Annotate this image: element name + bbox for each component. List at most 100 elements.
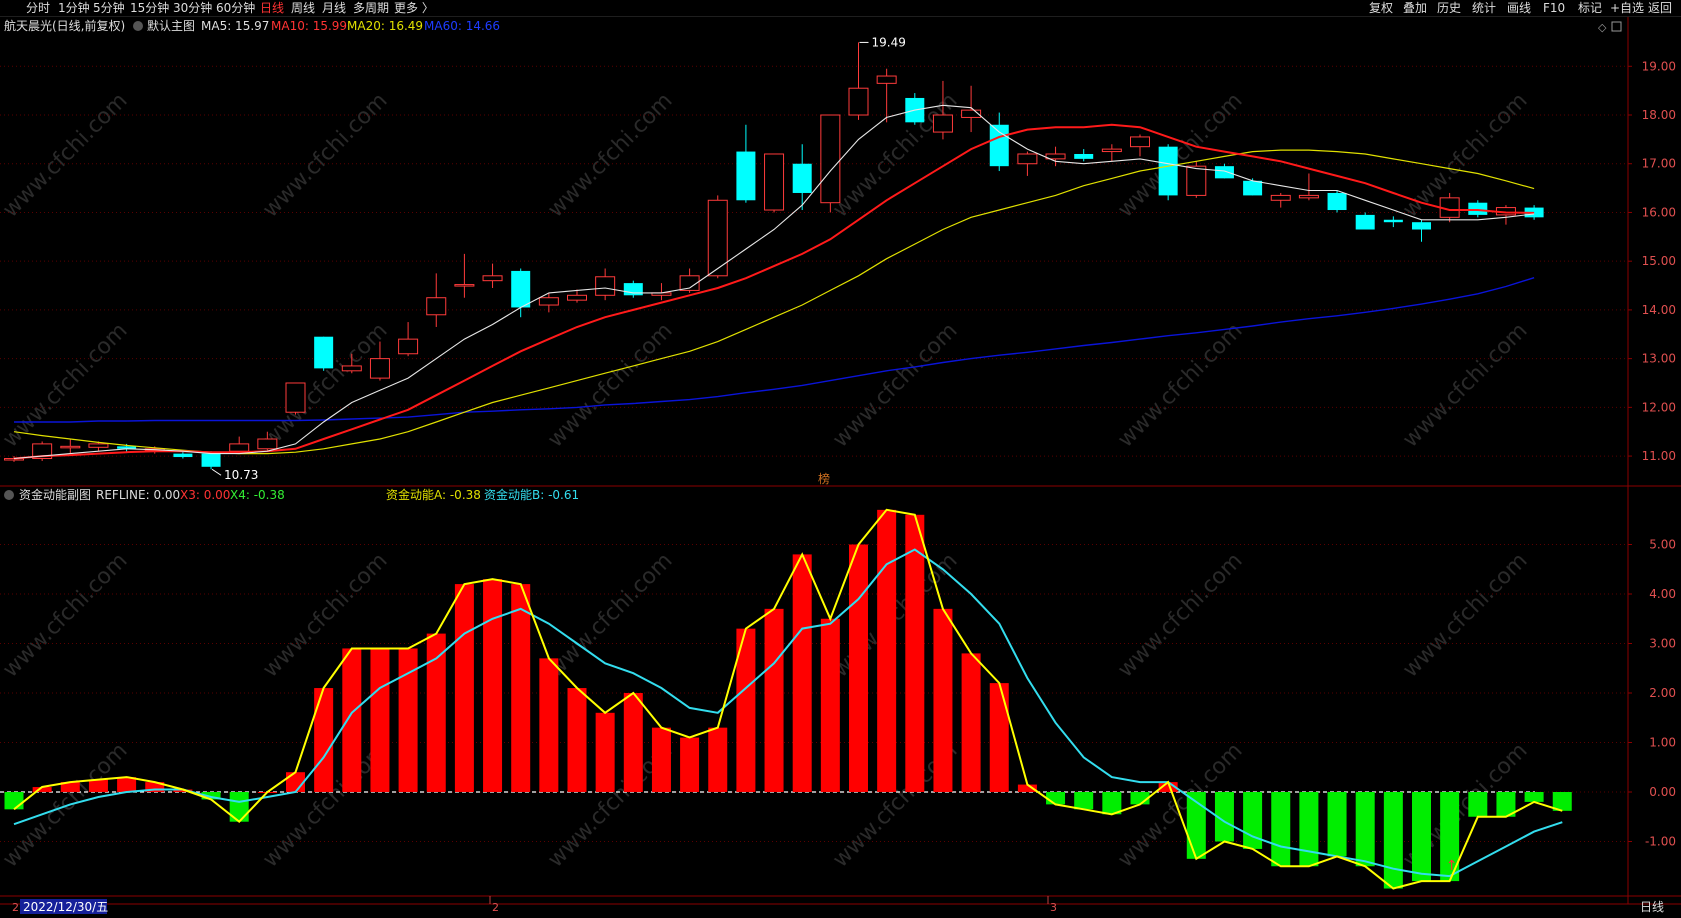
price-annotation: 10.73 [224,468,258,482]
candle-body-up [1101,148,1122,153]
candle-body-up [454,284,475,287]
momentum-bar-positive [708,727,728,792]
watermark-text: www.cfchi.com [828,88,962,222]
candle-body-up [369,358,390,379]
candle-body-down [989,124,1009,167]
momentum-bar-positive [511,584,531,792]
candle-body-up [1298,194,1319,199]
watermark-text: www.cfchi.com [1398,318,1532,452]
indicator-tick-label: 0.00 [1649,785,1676,799]
momentum-bar-positive [792,554,812,792]
candle-body-up [60,445,81,449]
template-dropdown-icon[interactable] [133,21,143,31]
candle-body-down [1158,146,1178,196]
candle-body-down [1355,214,1375,230]
candle-body-down [1214,166,1234,179]
candle-body-up [820,114,841,204]
candle-body-down [1327,192,1347,211]
candle-body-up [398,338,419,355]
price-tick-label: 16.00 [1642,205,1676,219]
momentum-bar-negative [1299,792,1319,867]
momentum-bar-negative [1327,792,1347,857]
candle-body-up [88,443,109,448]
axis-label-month: 3 [1050,901,1057,914]
candle-body-up [1270,194,1291,201]
annotation-pointer [211,468,222,476]
candle-body-up [567,294,587,301]
ma60-line [14,277,1535,423]
price-tick-label: 13.00 [1642,352,1676,366]
watermark-text: www.cfchi.com [1398,548,1532,682]
watermark-text: www.cfchi.com [543,548,677,682]
candle-body-down [173,453,193,458]
chart-canvas: www.cfchi.com www.cfchi.com www.cfchi.com w… [0,17,1681,914]
indicator-tick-label: 1.00 [1649,736,1676,750]
candle-body-up [1186,165,1207,196]
header-x3: X3: 0.00 [180,488,230,502]
header-name: 资金动能副图 [19,487,91,502]
watermark-text: www.cfchi.com [828,318,962,452]
momentum-bar-positive [117,777,137,792]
candle-body-up [257,438,278,450]
indicator-tick-label: 4.00 [1649,587,1676,601]
candle-body-down [1412,222,1431,230]
period-indicator: 日线 [1640,900,1664,914]
indicator-tick-label: 3.00 [1649,637,1676,651]
watermark-text: www.cfchi.com [0,548,133,682]
momentum-bar-negative [4,792,24,810]
watermark-text: www.cfchi.com [1113,548,1247,682]
candle-body-down [314,336,334,369]
buy-signal-arrow: ↑ [1446,858,1458,874]
watermark-text: www.cfchi.com [0,88,133,222]
price-tick-label: 15.00 [1642,254,1676,268]
momentum-bar-negative [1524,792,1544,802]
indicator-tick-label: -1.00 [1645,835,1676,849]
momentum-bar-negative [1355,792,1375,867]
momentum-bar-positive [454,584,474,792]
price-tick-label: 18.00 [1642,108,1676,122]
candle-body-up [595,276,616,296]
momentum-bar-positive [820,618,840,792]
price-tick-label: 17.00 [1642,157,1676,171]
center-label: 榜 [818,471,830,486]
header-template: 默认主图 [147,18,195,33]
momentum-bar-positive [286,772,305,792]
window-icon[interactable] [1611,21,1622,32]
momentum-bar-positive [651,727,671,792]
header-refline: REFLINE: 0.00 [96,488,180,502]
price-tick-label: 12.00 [1642,400,1676,414]
momentum-bar-positive [680,737,700,792]
momentum-bar-positive [483,579,503,792]
indicator-dropdown-icon[interactable] [4,490,14,500]
candle-body-up [764,153,785,211]
momentum-bar-positive [595,712,615,792]
candle-body-down [511,270,531,308]
price-annotation: 19.49 [872,35,906,49]
candle-body-up [285,382,306,413]
header-a: 资金动能A: -0.38 [386,487,481,502]
header-x4: X4: -0.38 [230,488,285,502]
candle-body-up [1130,136,1150,148]
momentum-bar-negative [1046,792,1066,805]
candle-body-down [1383,219,1403,223]
candle-body-down [623,283,643,296]
momentum-bar-negative [1468,792,1488,817]
candle-body-up [426,297,447,316]
momentum-bar-positive [849,544,868,792]
candle-body-down [1243,180,1263,196]
axis-label-month: 2 [492,901,499,914]
header-ma10: MA10: 15.99 [271,19,347,33]
candle-body-up [229,443,250,452]
candle-body-up [1017,153,1038,165]
price-tick-label: 11.00 [1642,449,1676,463]
momentum-bar-positive [370,648,390,792]
indicator-tick-label: 2.00 [1649,686,1676,700]
candle-body-up [848,87,869,116]
header-ma60: MA60: 14.66 [424,19,500,33]
candle-body-down [1468,202,1488,215]
momentum-bar-positive [567,688,587,792]
momentum-bar-negative [1383,792,1403,889]
candle-body-up [876,75,897,84]
momentum-bar-positive [905,514,925,792]
candle-body-down [1074,153,1094,159]
